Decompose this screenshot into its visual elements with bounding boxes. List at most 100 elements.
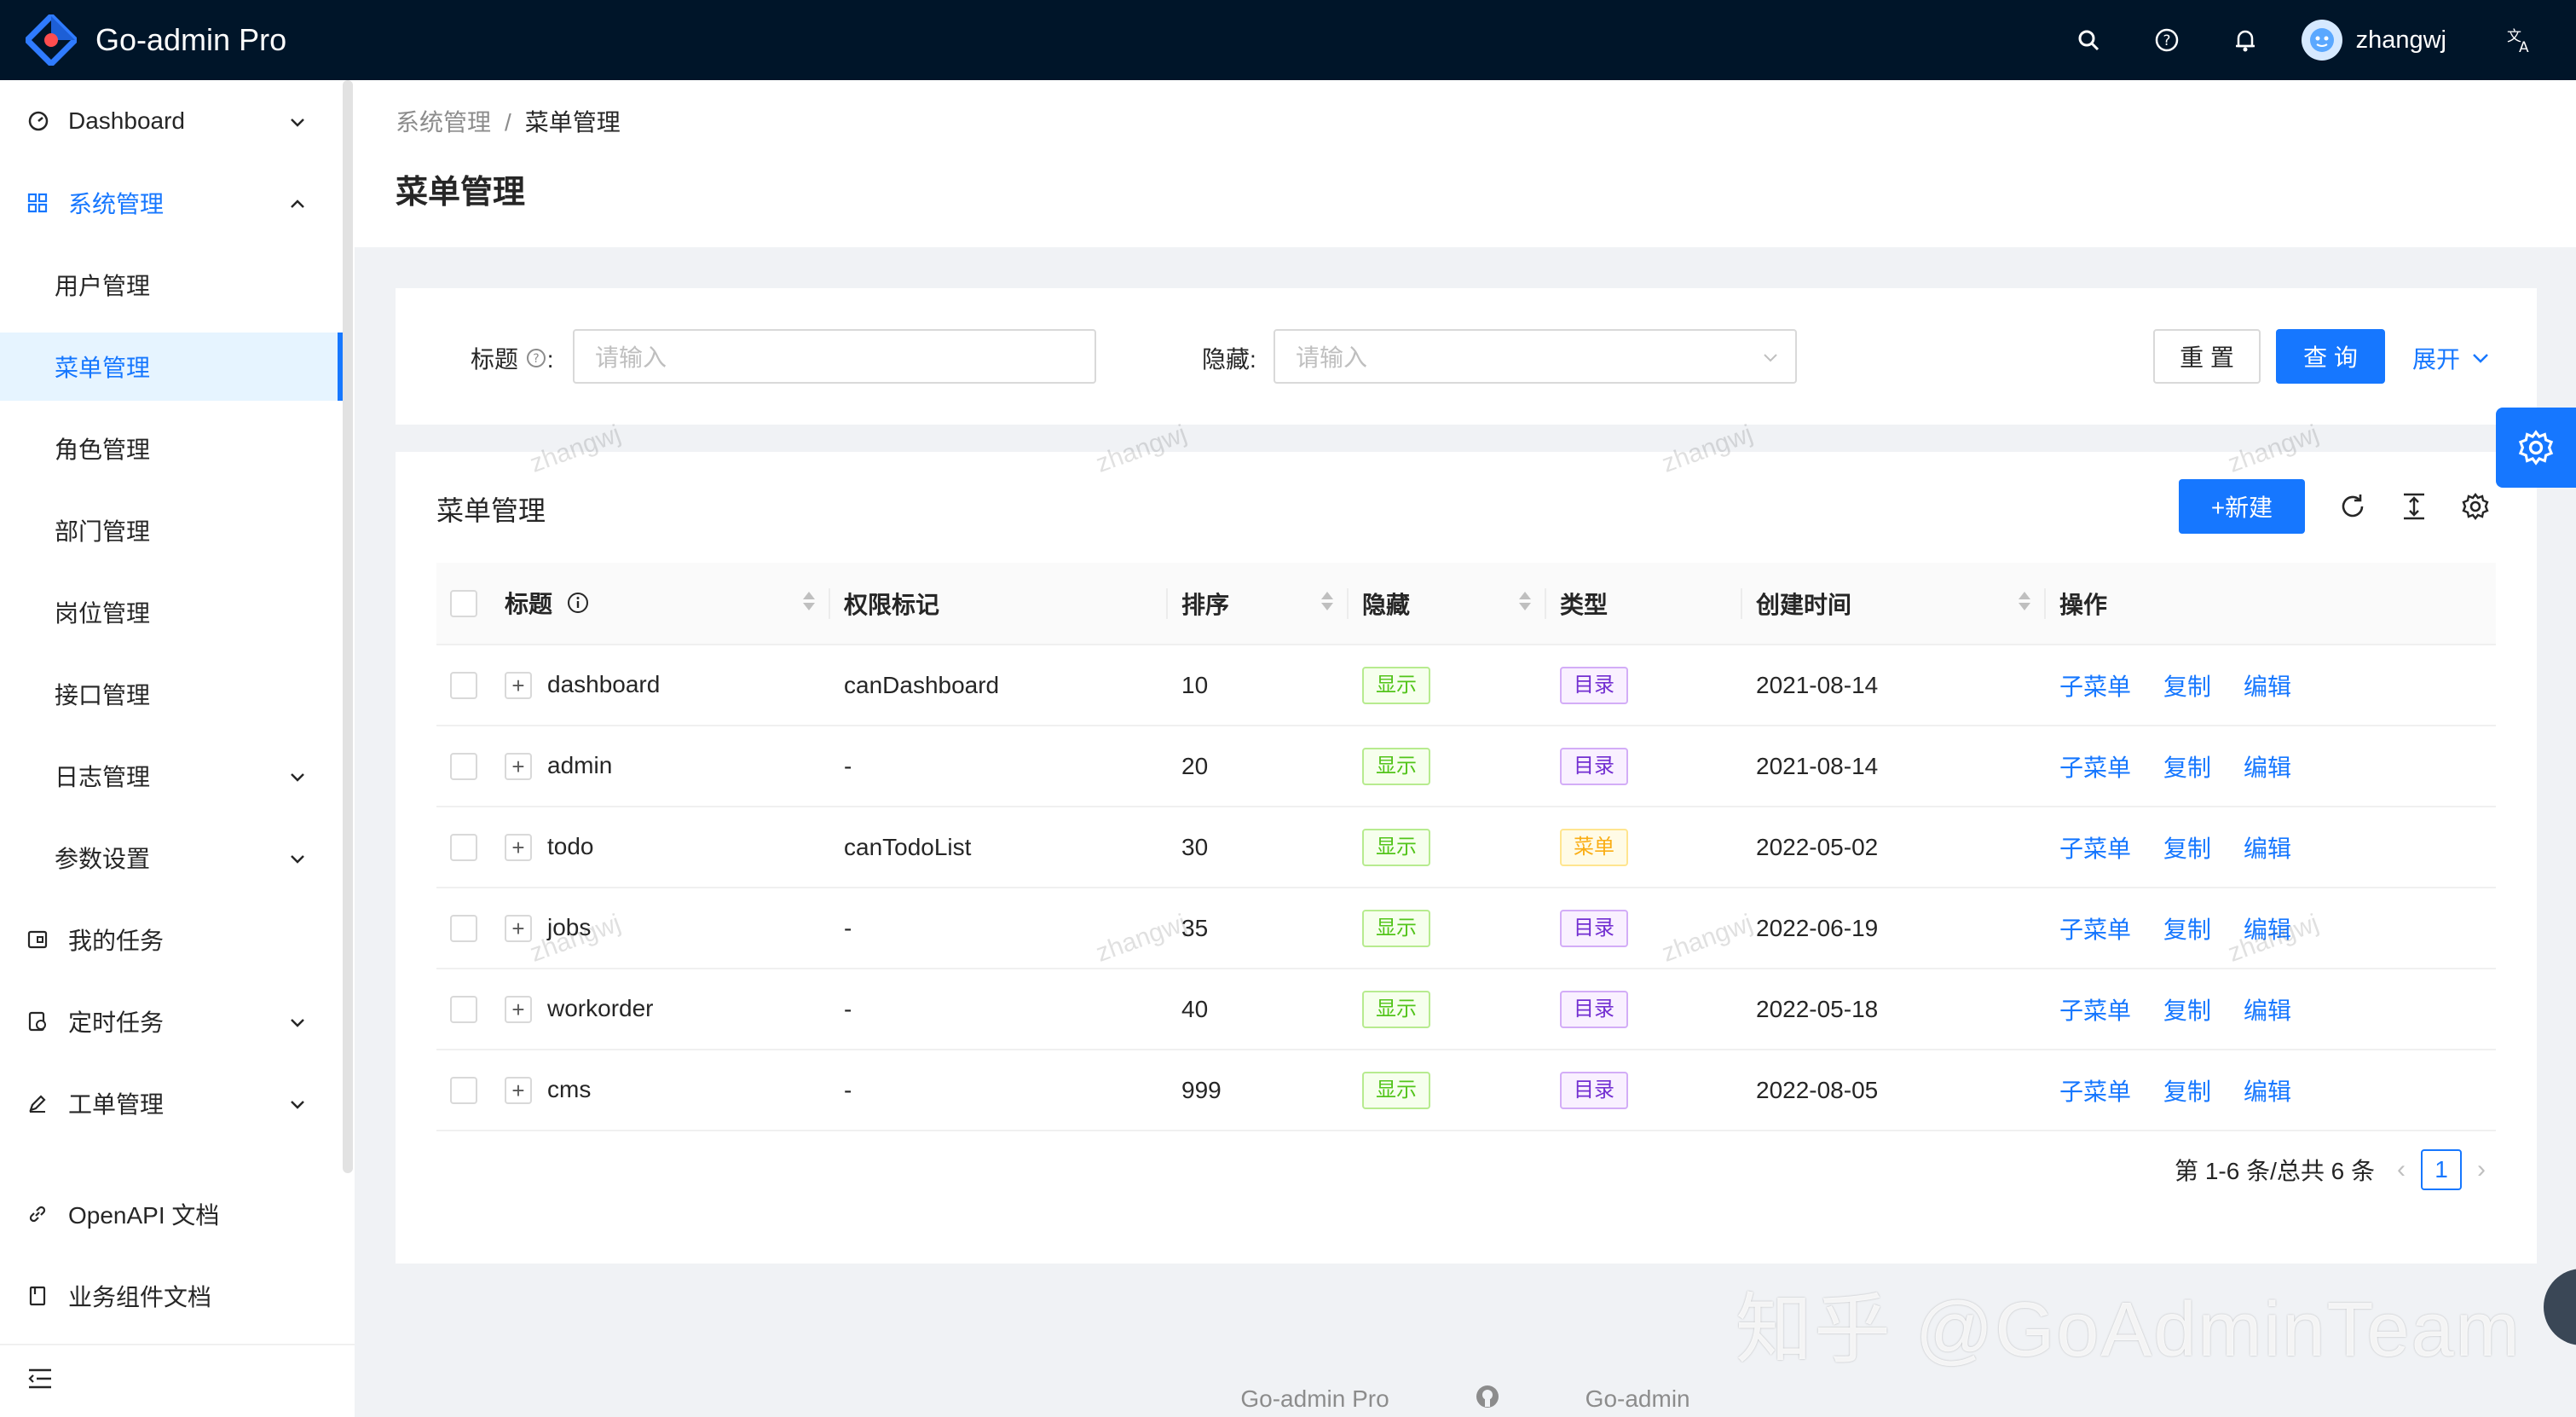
sidebar-item-label: OpenAPI 文档	[68, 1202, 220, 1229]
sidebar-item-logs[interactable]: 日志管理	[0, 742, 343, 810]
search-icon[interactable]	[2049, 0, 2128, 80]
cell-sort: 40	[1181, 995, 1209, 1022]
row-checkbox[interactable]	[450, 753, 477, 781]
copy-link[interactable]: 复制	[2163, 998, 2211, 1024]
edit-link[interactable]: 编辑	[2244, 674, 2291, 700]
table-row[interactable]: + todo canTodoList 30 显示 菜单 2022-05-02 子菜单 复制 编辑	[436, 807, 2496, 888]
copy-link[interactable]: 复制	[2163, 917, 2211, 943]
expand-row-icon[interactable]: +	[505, 753, 532, 781]
expand-row-icon[interactable]: +	[505, 915, 532, 943]
page-number[interactable]: 1	[2421, 1149, 2462, 1190]
submenu-link[interactable]: 子菜单	[2059, 1079, 2131, 1105]
row-title: workorder	[547, 994, 654, 1021]
floating-action-button[interactable]	[2544, 1269, 2576, 1345]
column-header-title[interactable]: 标题	[491, 563, 830, 645]
row-title: admin	[547, 751, 613, 778]
sidebar-item-menus[interactable]: 菜单管理	[0, 333, 343, 401]
submenu-link[interactable]: 子菜单	[2059, 917, 2131, 943]
help-icon[interactable]: ?	[2128, 0, 2206, 80]
copy-link[interactable]: 复制	[2163, 1079, 2211, 1105]
sidebar-item-dashboard[interactable]: Dashboard	[0, 87, 343, 155]
table-row[interactable]: + dashboard canDashboard 10 显示 目录 2021-08-14 子菜…	[436, 645, 2496, 726]
expand-row-icon[interactable]: +	[505, 996, 532, 1024]
breadcrumb-parent[interactable]: 系统管理	[396, 109, 491, 136]
query-button[interactable]: 查 询	[2276, 329, 2385, 384]
sort-icon[interactable]	[1519, 592, 1531, 610]
sidebar-item-label: 业务组件文档	[68, 1284, 212, 1310]
select-all-checkbox[interactable]	[450, 590, 477, 618]
row-checkbox[interactable]	[450, 996, 477, 1024]
copy-link[interactable]: 复制	[2163, 755, 2211, 781]
submenu-link[interactable]: 子菜单	[2059, 836, 2131, 862]
footer-link-right[interactable]: Go-admin	[1585, 1385, 1690, 1413]
edit-link[interactable]: 编辑	[2244, 917, 2291, 943]
sort-icon[interactable]	[1321, 592, 1333, 610]
expand-row-icon[interactable]: +	[505, 1077, 532, 1105]
table-row[interactable]: + cms - 999 显示 目录 2022-08-05 子菜单 复制 编辑	[436, 1050, 2496, 1131]
column-header-created[interactable]: 创建时间	[1742, 563, 2046, 645]
chevron-right-icon[interactable]: ›	[2477, 1155, 2486, 1184]
sort-icon[interactable]	[803, 592, 815, 610]
title-filter-input[interactable]: 请输入	[573, 329, 1096, 384]
info-circle-icon[interactable]	[566, 591, 590, 621]
table-row[interactable]: + workorder - 40 显示 目录 2022-05-18 子菜单 复制 编辑	[436, 969, 2496, 1050]
row-checkbox[interactable]	[450, 915, 477, 943]
edit-link[interactable]: 编辑	[2244, 755, 2291, 781]
table-row[interactable]: + jobs - 35 显示 目录 2022-06-19 子菜单 复制 编辑	[436, 888, 2496, 969]
reset-button[interactable]: 重 置	[2153, 329, 2261, 384]
sidebar-item-roles[interactable]: 角色管理	[0, 414, 343, 483]
sidebar-scrollbar[interactable]	[343, 80, 353, 1173]
sidebar-item-cron[interactable]: 定时任务	[0, 987, 343, 1056]
row-title: cms	[547, 1075, 592, 1102]
sidebar-item-params[interactable]: 参数设置	[0, 824, 343, 892]
submenu-link[interactable]: 子菜单	[2059, 998, 2131, 1024]
cell-permission: -	[844, 995, 852, 1022]
edit-link[interactable]: 编辑	[2244, 836, 2291, 862]
hidden-tag: 显示	[1362, 828, 1430, 866]
bell-icon[interactable]	[2206, 0, 2284, 80]
table-row[interactable]: + admin - 20 显示 目录 2021-08-14 子菜单 复制 编辑	[436, 726, 2496, 807]
sidebar-item-users[interactable]: 用户管理	[0, 251, 343, 319]
sidebar-item-system[interactable]: 系统管理	[0, 169, 343, 237]
sidebar-item-label: 岗位管理	[55, 600, 151, 627]
logo[interactable]: Go-admin Pro	[23, 12, 286, 68]
sidebar-item-label: 系统管理	[68, 191, 165, 217]
expand-toggle[interactable]: 展开	[2412, 341, 2491, 375]
sidebar-item-label: 接口管理	[55, 682, 151, 708]
translate-icon[interactable]: 文A	[2481, 0, 2559, 80]
footer-link-left[interactable]: Go-admin Pro	[1240, 1385, 1389, 1413]
copy-link[interactable]: 复制	[2163, 836, 2211, 862]
reload-icon[interactable]	[2336, 489, 2370, 523]
sidebar-item-component-docs[interactable]: 业务组件文档	[0, 1262, 343, 1330]
column-header-hidden[interactable]: 隐藏	[1349, 563, 1546, 645]
sort-icon[interactable]	[2019, 592, 2030, 610]
sidebar-item-posts[interactable]: 岗位管理	[0, 578, 343, 646]
new-menu-button[interactable]: +新建	[2179, 479, 2305, 534]
edit-link[interactable]: 编辑	[2244, 998, 2291, 1024]
gear-icon[interactable]	[2458, 489, 2492, 523]
hidden-filter-select[interactable]: 请输入	[1274, 329, 1797, 384]
github-icon[interactable]	[1475, 1384, 1500, 1415]
question-circle-icon[interactable]: ?	[525, 347, 547, 375]
sidebar-item-departments[interactable]: 部门管理	[0, 496, 343, 564]
column-header-sort[interactable]: 排序	[1168, 563, 1349, 645]
column-height-icon[interactable]	[2397, 489, 2431, 523]
row-checkbox[interactable]	[450, 1077, 477, 1105]
expand-row-icon[interactable]: +	[505, 834, 532, 862]
chevron-left-icon[interactable]: ‹	[2397, 1155, 2406, 1184]
expand-row-icon[interactable]: +	[505, 672, 532, 700]
copy-link[interactable]: 复制	[2163, 674, 2211, 700]
sidebar-item-my-tasks[interactable]: 我的任务	[0, 905, 343, 974]
sidebar-item-apis[interactable]: 接口管理	[0, 660, 343, 728]
sidebar-item-openapi[interactable]: OpenAPI 文档	[0, 1180, 343, 1248]
submenu-link[interactable]: 子菜单	[2059, 674, 2131, 700]
sidebar-item-workorder[interactable]: 工单管理	[0, 1069, 343, 1137]
edit-link[interactable]: 编辑	[2244, 1079, 2291, 1105]
user-menu[interactable]: zhangwj	[2301, 20, 2446, 61]
settings-drawer-button[interactable]	[2496, 408, 2576, 488]
row-checkbox[interactable]	[450, 672, 477, 700]
hidden-tag: 显示	[1362, 1071, 1430, 1109]
row-checkbox[interactable]	[450, 834, 477, 862]
collapse-menu-icon[interactable]	[27, 1368, 53, 1396]
submenu-link[interactable]: 子菜单	[2059, 755, 2131, 781]
